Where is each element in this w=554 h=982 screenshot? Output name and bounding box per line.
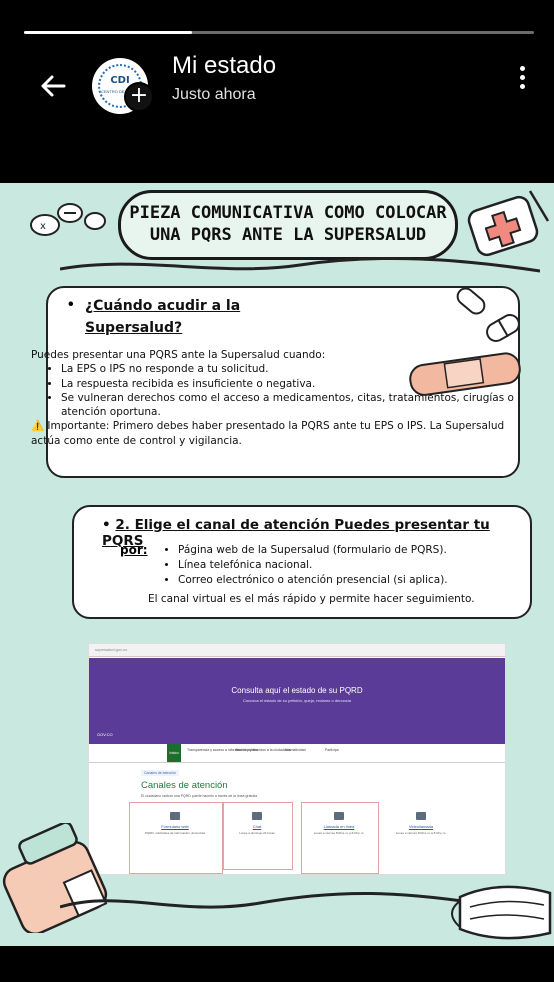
website-screenshot: supersalud.gov.co Consulta aquí el estad… — [88, 643, 506, 875]
more-options-icon[interactable] — [512, 62, 532, 102]
nav-link: Participa — [325, 748, 339, 752]
channel-desc: Lunes a viernes 8:00 a.m. a 6:00 p.m. — [313, 831, 365, 835]
list-item: Línea telefónica nacional. — [178, 558, 448, 573]
pills-icon: x — [30, 203, 106, 236]
capsule-icon — [456, 287, 520, 342]
list-item: Página web de la Supersalud (formulario … — [178, 543, 448, 558]
bullet-dot: • — [68, 296, 74, 313]
svg-text:x: x — [40, 221, 46, 232]
channel-web: Formulario web PQRD, solicitudes de infor… — [139, 804, 211, 868]
computer-icon — [170, 812, 180, 820]
channel-name: Chat — [252, 824, 262, 829]
channel-call: Llamada en línea Lunes a viernes 8:00 a.m… — [303, 804, 375, 868]
post-heading: PIEZA COMUNICATIVA COMO COLOCAR UNA PQRS… — [118, 190, 458, 260]
banner-title: Consulta aquí el estado de su PQRD — [231, 686, 363, 695]
channel-name: Formulario web — [161, 824, 189, 829]
channel-desc: Lunes a domingo 24 horas — [239, 831, 275, 835]
breadcrumb: Canales de atención — [141, 770, 179, 776]
nav-link: Normatividad — [285, 748, 306, 752]
channel-footer: El canal virtual es el más rápido y perm… — [148, 593, 475, 605]
video-icon — [416, 812, 426, 820]
channel-title-step: 2. Elige el canal de atención — [115, 517, 330, 533]
gov-logo: GOV.CO — [97, 732, 113, 737]
channel-por: por: — [120, 543, 148, 557]
channel-list: Página web de la Supersalud (formulario … — [158, 543, 448, 588]
status-progress-bar — [24, 31, 534, 34]
nav-link: Atención y servicios a la ciudadanía — [235, 748, 291, 752]
card-title-line-1: ¿Cuándo acudir a la — [85, 298, 241, 314]
arrow-left-icon — [41, 75, 66, 97]
status-progress-fill — [24, 31, 193, 34]
status-image: x PIEZA COMUNICATIVA COMO COLOCAR UNA PQ… — [0, 183, 554, 946]
status-title: Mi estado — [172, 52, 277, 79]
status-header: CDI CENTRO DE SALUD + Mi estado Justo ah… — [0, 38, 554, 128]
site-banner: Consulta aquí el estado de su PQRD Conoz… — [89, 658, 505, 744]
divider-wave — [60, 891, 490, 909]
status-time: Justo ahora — [172, 86, 256, 103]
phone-icon — [334, 812, 344, 820]
important-note: ⚠️ Importante: Primero debes haber prese… — [31, 420, 505, 447]
channel-desc: Lunes a viernes 8:00 a.m. a 5:00 p.m. — [395, 831, 447, 835]
channel-desc: PQRD, solicitudes de información, denunc… — [144, 831, 206, 835]
browser-url: supersalud.gov.co — [89, 644, 505, 657]
banner-subtitle: Conozca el estado de su petición, queja,… — [242, 698, 352, 703]
nav-home: Inicio — [167, 744, 181, 762]
list-item: Correo electrónico o atención presencial… — [178, 573, 448, 588]
channel-video: Videollamada Lunes a viernes 8:00 a.m. a … — [385, 804, 457, 868]
channels-title: Canales de atención — [141, 780, 228, 791]
site-nav: Inicio Transparencia y acceso a informac… — [89, 744, 505, 763]
back-button[interactable] — [34, 66, 74, 106]
bandage-icon — [409, 352, 521, 396]
heading-line-1: PIEZA COMUNICATIVA COMO COLOCAR — [129, 203, 447, 223]
channel-name: Videollamada — [408, 824, 434, 829]
info-card-channel: • 2. Elige el canal de atención Puedes p… — [72, 505, 532, 619]
chat-icon — [252, 812, 262, 820]
channel-name: Llamada en línea — [323, 824, 355, 829]
add-status-icon[interactable]: + — [124, 82, 154, 112]
channels-subtitle: El ciudadano radicar una PQRD puede hace… — [141, 794, 258, 798]
heading-line-2: UNA PQRS ANTE LA SUPERSALUD — [149, 225, 427, 245]
face-mask-icon — [451, 885, 552, 940]
channel-chat: Chat Lunes a domingo 24 horas — [221, 804, 293, 868]
divider-wave — [60, 256, 540, 273]
card-title-line-2: Supersalud? — [85, 320, 183, 336]
